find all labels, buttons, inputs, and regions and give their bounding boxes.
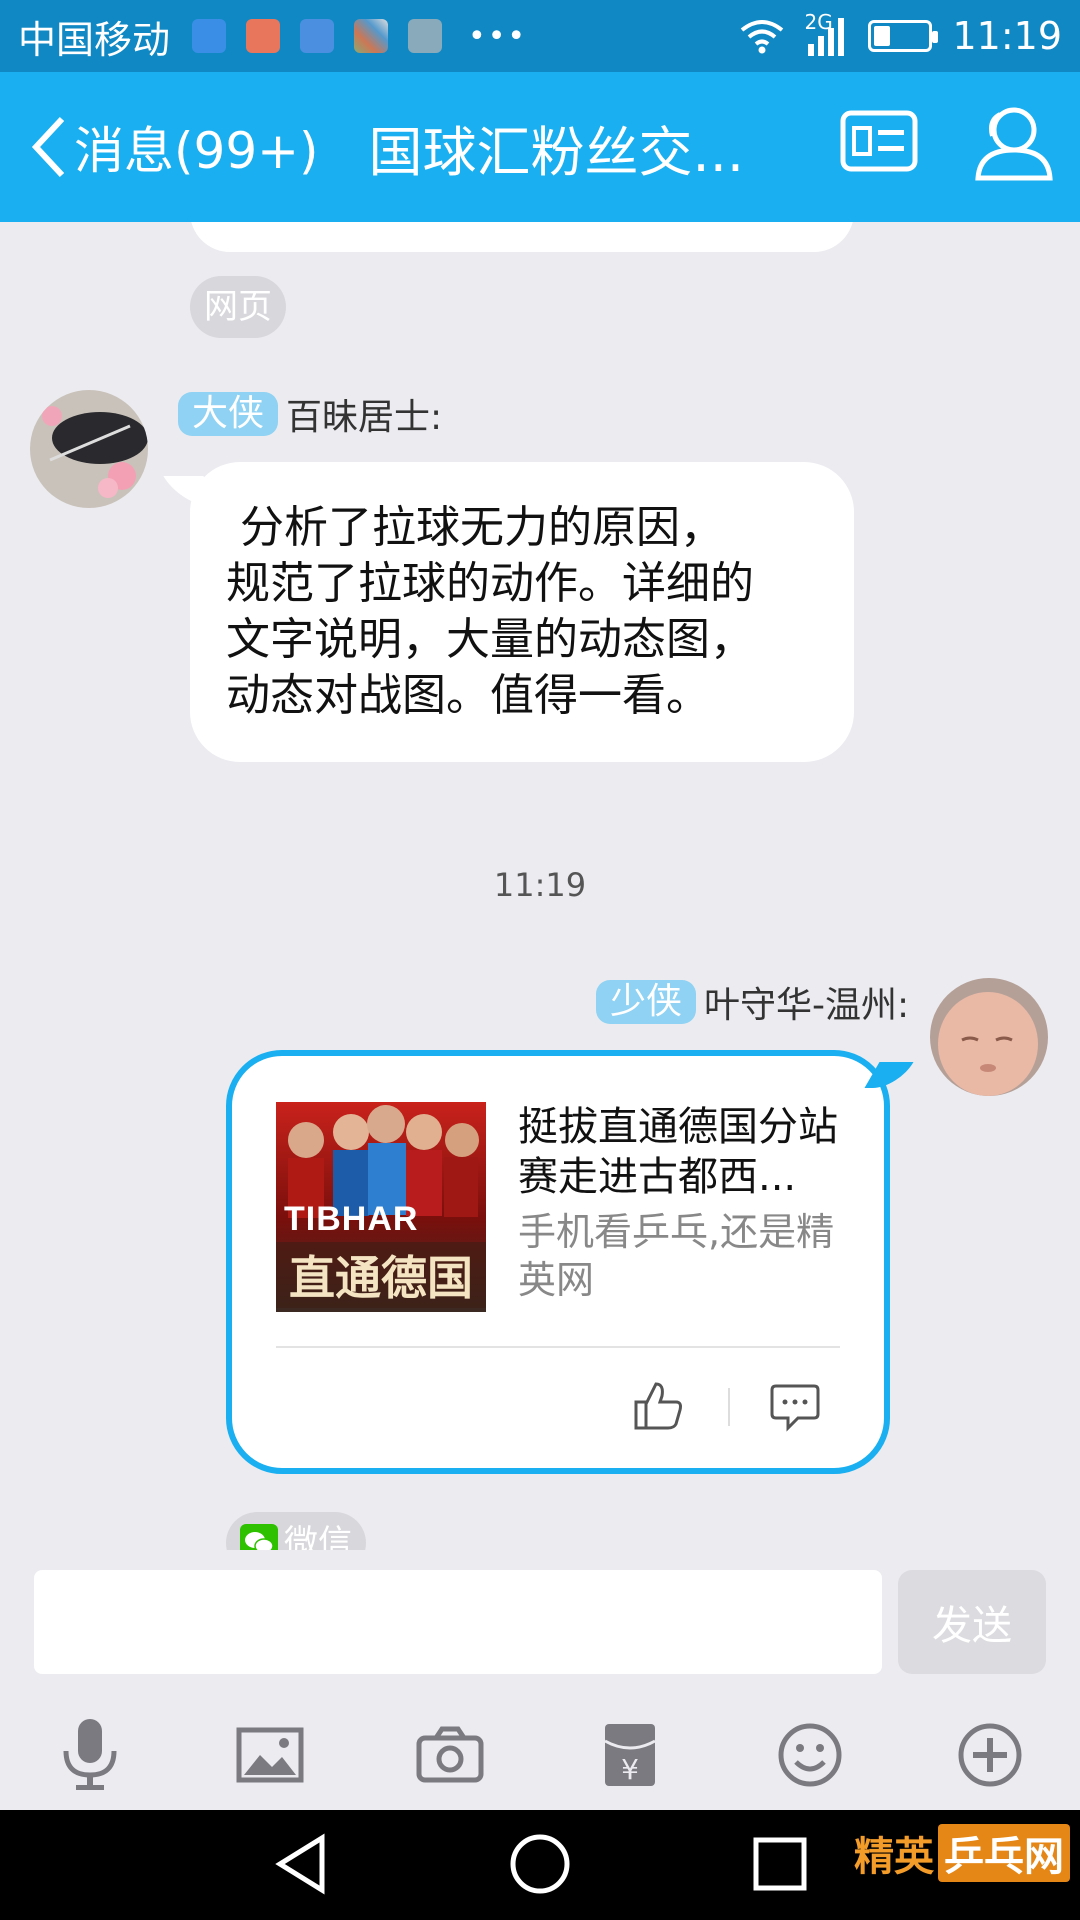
- thumbs-up-icon: [634, 1382, 682, 1430]
- group-icon: [975, 107, 1053, 181]
- clock: 11:19: [952, 14, 1062, 58]
- emoji-icon: [778, 1723, 842, 1787]
- source-label: 微信: [284, 1523, 352, 1550]
- back-button[interactable]: 消息(99+): [28, 111, 319, 183]
- more-notifications-icon: •••: [468, 18, 528, 54]
- more-button[interactable]: [945, 1710, 1035, 1800]
- chevron-left-icon: [31, 116, 65, 178]
- nav-back-button[interactable]: [272, 1832, 330, 1900]
- status-bar: 中国移动 ••• 2G 11:19: [0, 0, 1080, 72]
- image-icon: [236, 1727, 304, 1783]
- chat-area[interactable]: 网页 大侠 百昧居士: 分析了拉球无力的原因， 规范了拉球的动作。详细的 文字说…: [0, 222, 1080, 1550]
- carrier-label: 中国移动: [18, 17, 171, 62]
- group-members-button[interactable]: [970, 102, 1056, 186]
- comment-button[interactable]: [770, 1382, 820, 1436]
- back-label: 消息(99+): [74, 122, 319, 180]
- message-input[interactable]: [34, 1570, 882, 1674]
- card-action-separator: [728, 1388, 730, 1426]
- send-button[interactable]: 发送: [898, 1570, 1046, 1674]
- triangle-back-icon: [275, 1833, 325, 1895]
- signal-icon: [808, 18, 845, 56]
- health-icon: [300, 19, 335, 53]
- input-bar: 发送 ¥: [0, 1550, 1080, 1810]
- sender-name[interactable]: 叶守华-温州:: [704, 976, 909, 1028]
- source-tag[interactable]: 网页: [190, 276, 286, 338]
- circle-home-icon: [510, 1834, 570, 1894]
- chat-header: 消息(99+) 国球汇粉丝交...: [0, 72, 1080, 222]
- message-bubble[interactable]: 分析了拉球无力的原因， 规范了拉球的动作。详细的 文字说明，大量的动态图， 动态…: [190, 462, 854, 762]
- rank-badge: 少侠: [596, 980, 697, 1024]
- input-toolbar: ¥: [0, 1700, 1080, 1810]
- microphone-icon: [63, 1719, 117, 1790]
- camera-button[interactable]: [405, 1710, 495, 1800]
- watermark-text: 精英: [854, 1834, 934, 1880]
- rank-badge: 大侠: [178, 392, 279, 436]
- signal-indicator: 2G: [804, 10, 848, 58]
- group-profile-button[interactable]: [840, 110, 918, 176]
- card-title: 挺拔直通德国分站赛走进古都西...: [518, 1104, 838, 1200]
- shared-link-card[interactable]: TIBHAR 直通德国 挺拔直通德国分站赛走进古都西... 手机看乒乓,还是精英…: [226, 1050, 890, 1474]
- card-description: 手机看乒乓,还是精英网: [518, 1210, 835, 1302]
- card-thumbnail: TIBHAR 直通德国: [276, 1102, 486, 1312]
- timestamp: 11:19: [493, 866, 587, 904]
- emoji-button[interactable]: [765, 1710, 855, 1800]
- camera-icon: [416, 1726, 484, 1783]
- sender-name-row: 少侠 叶守华-温州:: [596, 976, 909, 1028]
- red-packet-icon: ¥: [604, 1724, 656, 1786]
- thumb-caption: 直通德国: [276, 1242, 486, 1308]
- sender-name-row: 大侠 百昧居士:: [178, 388, 442, 440]
- square-recents-icon: [753, 1837, 807, 1891]
- voice-button[interactable]: [45, 1710, 135, 1800]
- thumb-brand: TIBHAR: [284, 1200, 419, 1238]
- wifi-icon: [741, 20, 784, 54]
- plus-icon: [958, 1723, 1022, 1787]
- red-packet-button[interactable]: ¥: [585, 1710, 675, 1800]
- avatar[interactable]: [930, 978, 1048, 1096]
- mail-app-icon: [192, 19, 227, 53]
- photo-button[interactable]: [225, 1710, 315, 1800]
- source-tag[interactable]: 微信: [226, 1512, 366, 1550]
- battery-icon: [868, 20, 939, 52]
- id-card-icon: [840, 110, 918, 172]
- nav-recents-button[interactable]: [752, 1836, 808, 1896]
- comment-icon: [770, 1384, 820, 1432]
- watermark-text: 乒乓网: [938, 1824, 1070, 1882]
- site-watermark: 精英 乒乓网: [854, 1824, 1070, 1882]
- svg-text:¥: ¥: [621, 1753, 639, 1786]
- sender-name[interactable]: 百昧居士:: [286, 388, 442, 440]
- image-icon: [408, 19, 443, 53]
- nav-home-button[interactable]: [508, 1832, 572, 1900]
- like-button[interactable]: [632, 1380, 684, 1436]
- previous-message-bubble[interactable]: [190, 222, 854, 252]
- inbox-icon: [246, 19, 281, 53]
- page-title: 国球汇粉丝交...: [368, 120, 745, 184]
- avatar[interactable]: [30, 390, 148, 508]
- system-nav-bar: 精英 乒乓网: [0, 1810, 1080, 1920]
- wechat-icon: [240, 1524, 278, 1550]
- gallery-icon: [354, 19, 389, 53]
- card-divider: [276, 1346, 840, 1348]
